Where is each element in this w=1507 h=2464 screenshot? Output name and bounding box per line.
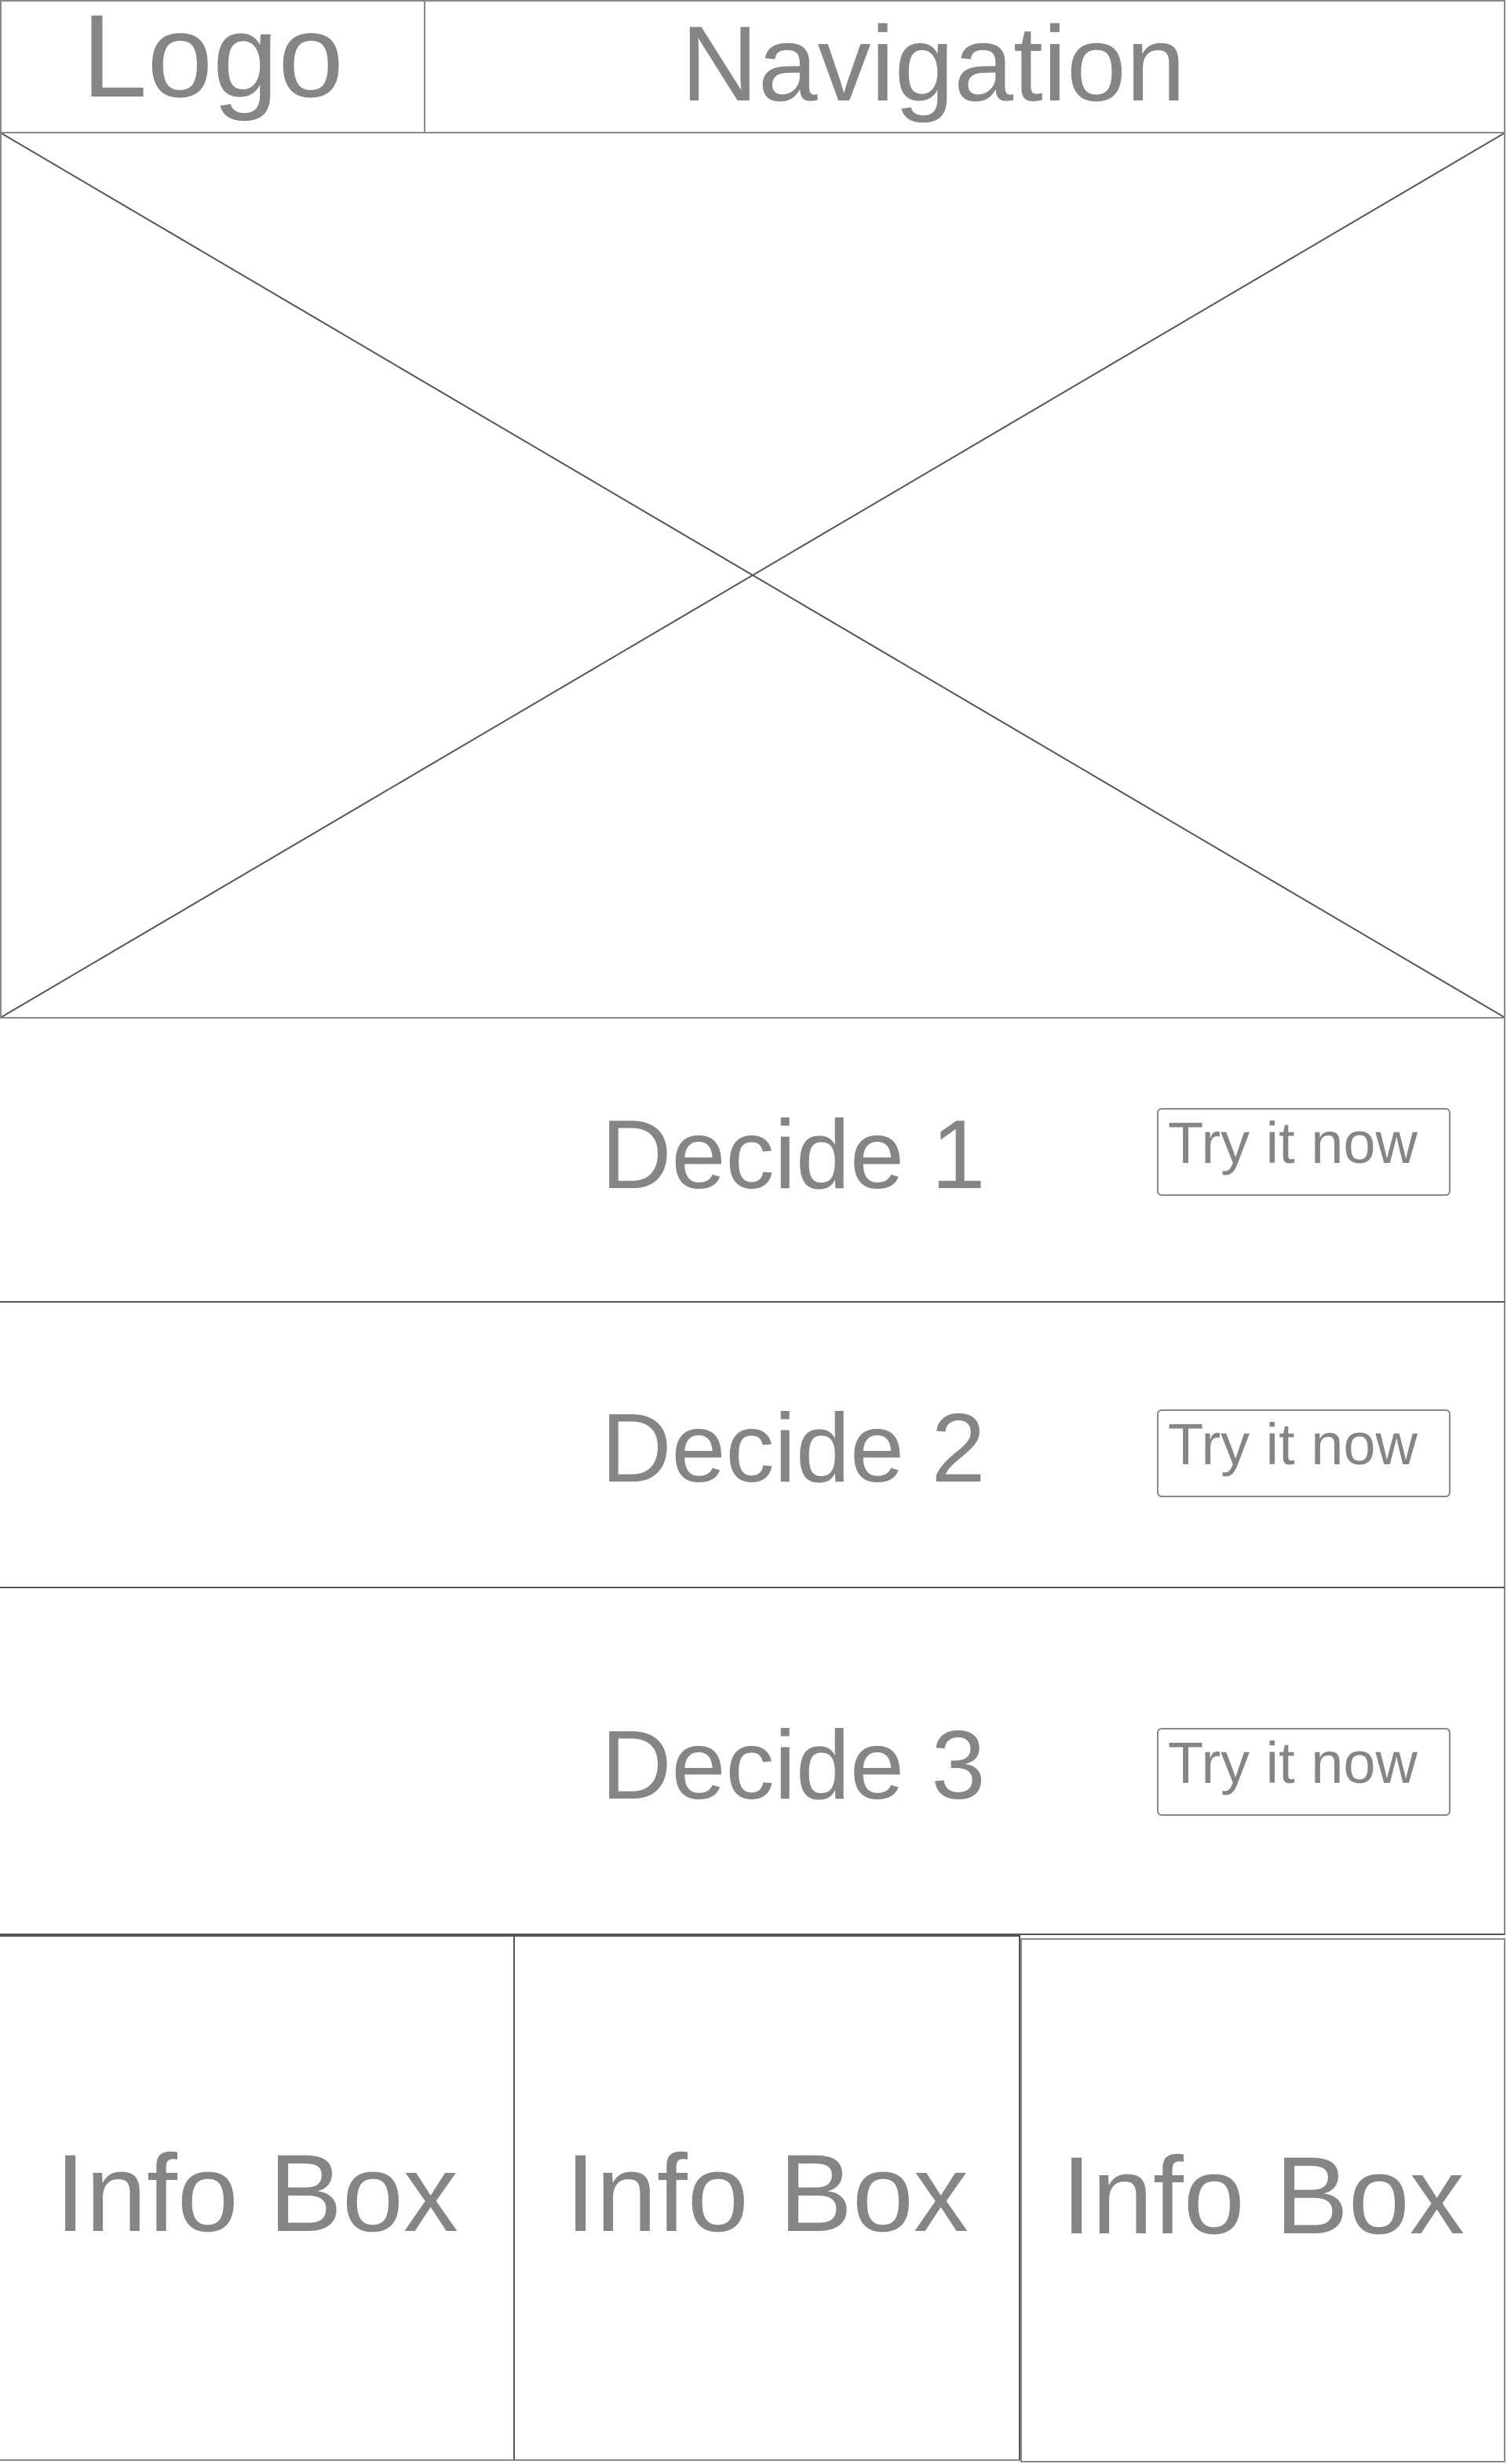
try-it-now-button-3[interactable]: Try it now: [1157, 1728, 1450, 1816]
image-placeholder-icon: [2, 133, 1504, 1017]
navigation-label: Navigation: [681, 4, 1186, 123]
decide-row-1: Decide 1 Try it now: [0, 1019, 1505, 1303]
try-it-now-button-1[interactable]: Try it now: [1157, 1108, 1450, 1196]
info-box-3[interactable]: Info Box: [1020, 1938, 1505, 2462]
info-box-2[interactable]: Info Box: [515, 1935, 1020, 2461]
decide-row-3: Decide 3 Try it now: [0, 1588, 1505, 1935]
navigation-bar[interactable]: Navigation: [425, 0, 1505, 133]
hero-image-placeholder: [0, 132, 1505, 1019]
decide-label: Decide 3: [601, 1711, 986, 1820]
decide-label: Decide 1: [601, 1101, 986, 1209]
decide-label: Decide 2: [601, 1394, 986, 1503]
logo-box[interactable]: Logo: [0, 0, 425, 133]
try-it-now-button-2[interactable]: Try it now: [1157, 1409, 1450, 1497]
info-box-1[interactable]: Info Box: [0, 1935, 515, 2461]
info-box-label: Info Box: [55, 2131, 458, 2254]
decide-row-2: Decide 2 Try it now: [0, 1303, 1505, 1588]
logo-label: Logo: [82, 0, 344, 122]
info-box-label: Info Box: [1061, 2134, 1465, 2257]
info-box-label: Info Box: [565, 2131, 969, 2254]
